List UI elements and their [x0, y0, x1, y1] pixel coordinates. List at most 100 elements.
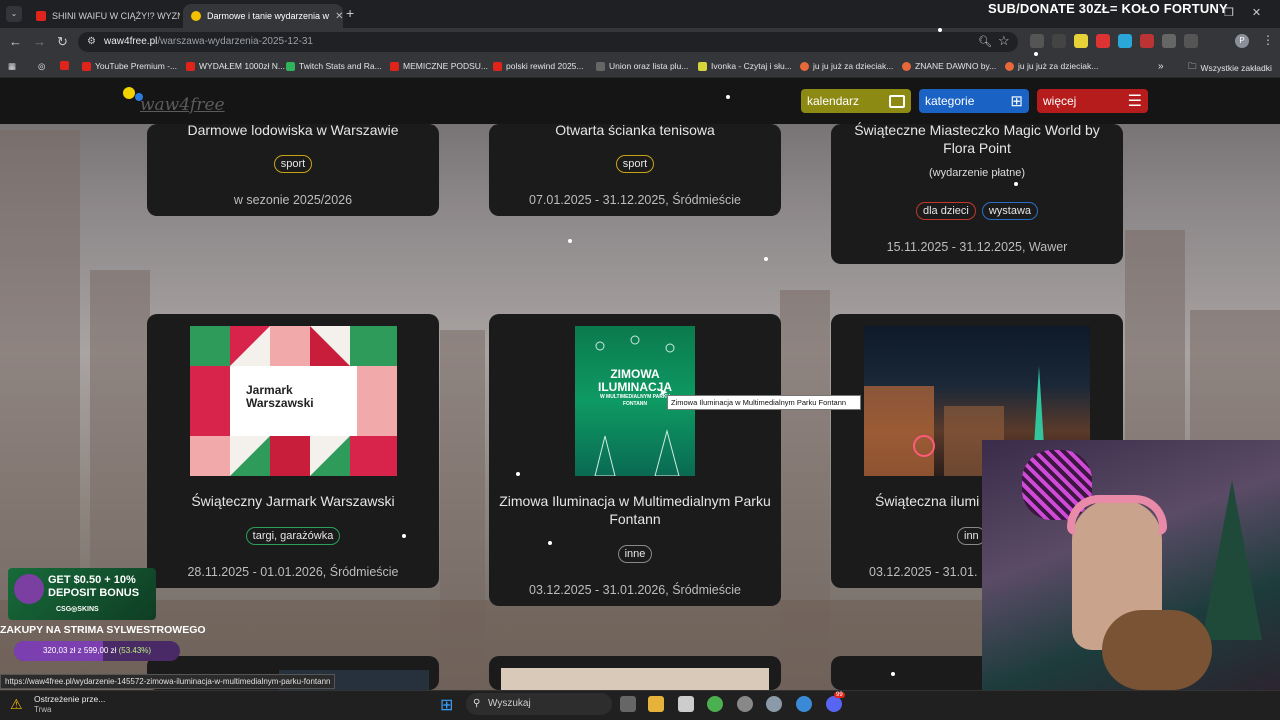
event-title[interactable]: Zimowa Iluminacja w Multimedialnym Parku… — [489, 493, 781, 528]
chevron-right-icon[interactable]: » — [1158, 61, 1164, 72]
site-info-icon[interactable]: ⚙ — [87, 36, 96, 47]
grid-icon: ⊞ — [1010, 93, 1023, 110]
taskbar — [0, 690, 1280, 720]
event-card[interactable]: Jarmark Warszawski Świąteczny Jarmark War… — [147, 314, 439, 588]
close-icon[interactable]: ✕ — [335, 11, 343, 22]
event-date: 07.01.2025 - 31.12.2025, Śródmieście — [529, 193, 741, 207]
close-window-icon[interactable]: ✕ — [1252, 6, 1261, 19]
bookmark-item[interactable]: WYDAŁEM 1000zł N... — [186, 61, 285, 71]
calendar-label: kalendarz — [807, 94, 860, 108]
event-date: 15.11.2025 - 31.12.2025, Wawer — [886, 240, 1068, 254]
extension-icon[interactable] — [1118, 34, 1132, 48]
apps-grid-icon[interactable]: ▦ — [8, 61, 16, 72]
event-title[interactable]: Świąteczny Jarmark Warszawski — [147, 493, 439, 511]
chrome-icon[interactable] — [707, 696, 723, 712]
bookmark-item[interactable]: Twitch Stats and Ra... — [286, 61, 382, 71]
webcam-overlay — [982, 440, 1280, 690]
promo-banner[interactable]: GET $0.50 + 10% DEPOSIT BONUS CSG◎SKINS — [8, 568, 156, 620]
calendar-button[interactable]: kalendarz — [801, 89, 911, 113]
site-logo[interactable]: waw4free — [140, 95, 225, 115]
extension-icon[interactable] — [1074, 34, 1088, 48]
page-icon — [596, 61, 605, 71]
event-image[interactable] — [501, 668, 769, 690]
tag-dla-dzieci[interactable]: dla dzieci — [915, 202, 976, 220]
event-card[interactable]: Darmowe lodowiska w Warszawie sport w se… — [147, 122, 439, 216]
more-menu-icon[interactable]: ⋮ — [1262, 33, 1274, 47]
forward-arrow-icon[interactable]: → — [33, 34, 46, 49]
categories-button[interactable]: kategorie ⊞ — [919, 89, 1029, 113]
tag-sport[interactable]: sport — [615, 155, 655, 173]
folder-icon: 🗀 — [1188, 61, 1197, 71]
extension-icon[interactable] — [1030, 34, 1044, 48]
bookmark-item[interactable]: ju ju już za dzieciak... — [800, 61, 893, 71]
youtube-icon — [186, 61, 195, 71]
warning-title: Ostrzeżenie prze... — [34, 694, 106, 704]
new-tab-button[interactable]: + — [346, 5, 354, 21]
puzzle-icon[interactable] — [1162, 34, 1176, 48]
event-card[interactable]: ZIMOWA ILUMINACJA W MULTIMEDIALNYM PARKU… — [489, 314, 781, 606]
extension-icon[interactable] — [1140, 34, 1154, 48]
event-image[interactable]: Jarmark Warszawski — [190, 326, 397, 476]
bookmark-item[interactable]: MEMICZNE PODSU... — [390, 61, 488, 71]
search-placeholder: Wyszukaj — [488, 698, 531, 709]
restore-icon[interactable]: ❐ — [1224, 6, 1234, 19]
tab-title: Darmowe i tanie wydarzenia w — [207, 11, 330, 21]
all-bookmarks[interactable]: 🗀 Wszystkie zakładki — [1188, 61, 1272, 75]
task-view-icon[interactable] — [620, 696, 636, 712]
extension-icon[interactable] — [1096, 34, 1110, 48]
christmas-tree — [1202, 480, 1262, 640]
tag-sport[interactable]: sport — [273, 155, 313, 173]
taskbar-search[interactable]: ⚲ Wyszukaj — [466, 693, 612, 715]
event-title[interactable]: Świąteczne Miasteczko Magic World by Flo… — [831, 122, 1123, 157]
bookmark-label: ZNANE DAWNO by... — [915, 61, 997, 71]
bookmark-item[interactable]: polski rewind 2025... — [493, 61, 584, 71]
bookmark-label: polski rewind 2025... — [506, 61, 584, 71]
search-icon: ⚲ — [473, 698, 481, 709]
bookmark-label: Union oraz lista plu... — [609, 61, 689, 71]
bookmark-item[interactable]: ju ju już za dzieciak... — [1005, 61, 1098, 71]
tag-targi[interactable]: targi, garażówka — [245, 527, 341, 545]
ivonka-icon — [698, 61, 707, 71]
bookmark-label: ju ju już za dzieciak... — [1018, 61, 1099, 71]
event-date: w sezonie 2025/2026 — [233, 193, 353, 207]
extension-icon[interactable] — [1052, 34, 1066, 48]
profile-avatar[interactable]: P — [1235, 34, 1249, 48]
event-title[interactable]: Darmowe lodowiska w Warszawie — [147, 122, 439, 140]
zoom-icon[interactable]: 🔍︎ — [978, 35, 992, 48]
bookmark-star-icon[interactable]: ☆ — [998, 33, 1010, 49]
bookmark-item[interactable]: Ivonka - Czytaj i słu... — [698, 61, 792, 71]
tab-waw4free[interactable]: Darmowe i tanie wydarzenia w ✕ — [183, 4, 343, 28]
event-card[interactable]: Otwarta ścianka tenisowa sport 07.01.202… — [489, 122, 781, 216]
store-icon[interactable] — [678, 696, 694, 712]
globe-icon[interactable] — [796, 696, 812, 712]
bookmark-item[interactable]: YouTube Premium -... — [82, 61, 177, 71]
address-bar[interactable]: waw4free.pl/warszawa-wydarzenia-2025-12-… — [78, 32, 1018, 52]
teddy-bear — [1102, 610, 1212, 690]
event-card[interactable]: Świąteczne Miasteczko Magic World by Flo… — [831, 122, 1123, 264]
clock-icon[interactable] — [737, 696, 753, 712]
youtube-icon — [36, 11, 46, 21]
back-arrow-icon[interactable]: ← — [9, 34, 22, 49]
more-button[interactable]: więcej ☰ — [1037, 89, 1148, 113]
tab-search-button[interactable]: ⌄ — [6, 6, 22, 22]
reload-icon[interactable]: ↻ — [57, 34, 68, 50]
bookmark-icon[interactable]: ◎ — [38, 61, 45, 72]
media-icon[interactable] — [1184, 34, 1198, 48]
discord-icon[interactable] — [826, 696, 842, 712]
event-card[interactable] — [489, 656, 781, 690]
tab-youtube[interactable]: SHINI WAIFU W CIĄŻY!? WYZN ✕ — [28, 4, 180, 28]
file-explorer-icon[interactable] — [648, 696, 664, 712]
event-title[interactable]: Otwarta ścianka tenisowa — [489, 122, 781, 140]
settings-icon[interactable] — [766, 696, 782, 712]
bookmark-youtube[interactable] — [60, 61, 69, 70]
promo-brand: CSG◎SKINS — [56, 606, 99, 613]
tag-wystawa[interactable]: wystawa — [981, 202, 1039, 220]
youtube-icon — [390, 61, 399, 71]
promo-line2: DEPOSIT BONUS — [48, 587, 140, 599]
bookmark-item[interactable]: Union oraz lista plu... — [596, 61, 688, 71]
tag-inne[interactable]: inne — [617, 545, 653, 563]
bookmark-item[interactable]: ZNANE DAWNO by... — [902, 61, 996, 71]
windows-start-icon[interactable]: ⊞ — [440, 695, 453, 715]
tt-icon — [286, 61, 295, 71]
url-path: /warszawa-wydarzenia-2025-12-31 — [157, 36, 313, 47]
